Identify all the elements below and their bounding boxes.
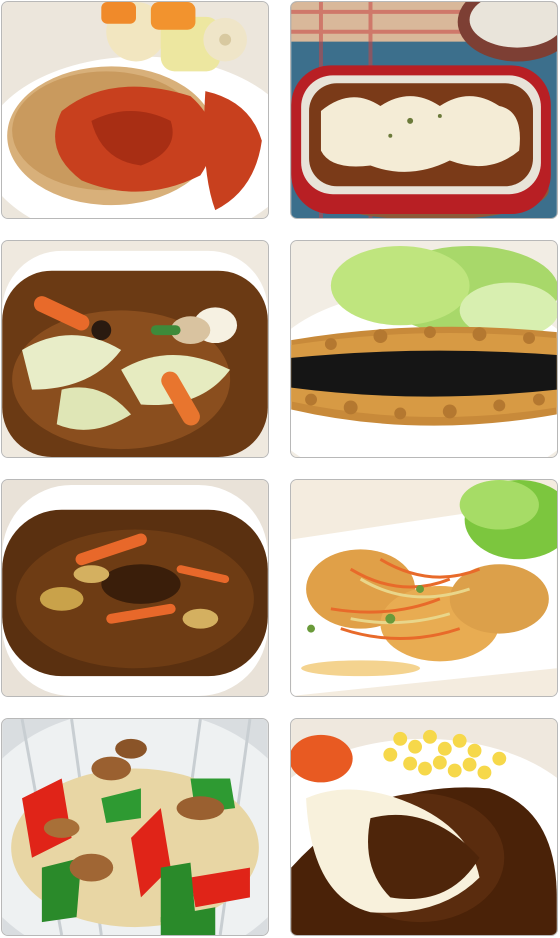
curry-soup-icon [2,480,268,696]
photo-doria-gratin[interactable] [290,1,558,219]
pork-vegetable-stirfry-icon [2,719,268,935]
food-photo-grid [0,0,560,938]
photo-pork-vegetable-stirfry[interactable] [1,718,269,936]
nori-katsu-icon [291,241,557,457]
chop-suey-soup-icon [2,241,268,457]
photo-nori-katsu[interactable] [290,240,558,458]
photo-curry-soup[interactable] [1,479,269,697]
fried-fish-nanban-icon [291,480,557,696]
photo-chop-suey-soup[interactable] [1,240,269,458]
hamburg-steak-demiglace-icon [291,719,557,935]
photo-chicken-tomato-sauce[interactable] [1,1,269,219]
chicken-tomato-sauce-icon [2,2,268,218]
photo-hamburg-steak-demiglace[interactable] [290,718,558,936]
photo-fried-fish-nanban[interactable] [290,479,558,697]
doria-gratin-icon [291,2,557,218]
